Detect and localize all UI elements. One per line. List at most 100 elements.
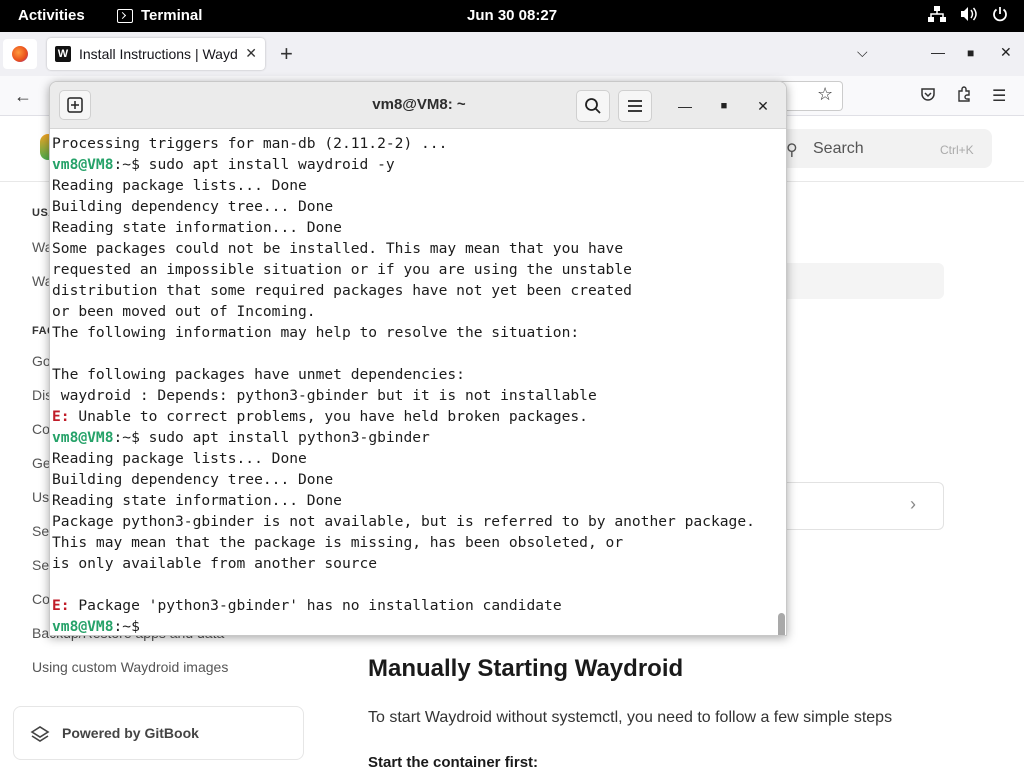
minimize-icon[interactable]: —	[931, 44, 945, 60]
waydroid-favicon-icon: W	[55, 46, 71, 62]
terminal-text: This may mean that the package is missin…	[52, 534, 624, 551]
browser-tab[interactable]: W Install Instructions | Wayd ✕	[47, 38, 265, 70]
app-menu[interactable]: Terminal	[117, 7, 202, 24]
list-tabs-icon[interactable]: ⌵	[857, 44, 868, 61]
tab-close-icon[interactable]: ✕	[245, 45, 257, 62]
sidebar-item[interactable]: Co	[32, 591, 50, 607]
terminal-text: Reading state information... Done	[52, 219, 342, 236]
prompt-path: :~$	[113, 618, 149, 635]
system-tray[interactable]	[928, 6, 1008, 22]
search-icon	[585, 98, 601, 114]
extensions-icon[interactable]	[956, 86, 972, 107]
gitbook-icon	[30, 724, 50, 742]
close-icon[interactable]: ✕	[750, 93, 776, 119]
terminal-text: Reading state information... Done	[52, 492, 342, 509]
terminal-text: The following information may help to re…	[52, 324, 580, 341]
sidebar-item[interactable]: Co	[32, 421, 50, 437]
firefox-view-button[interactable]	[3, 39, 37, 69]
maximize-icon[interactable]: ■	[711, 93, 737, 119]
sidebar-item[interactable]: Us	[32, 489, 49, 505]
prompt-user-host: vm8@VM8	[52, 429, 114, 446]
step-heading: Start the container first:	[368, 754, 539, 771]
terminal-text: Processing triggers for man-db (2.11.2-2…	[52, 135, 448, 152]
terminal-text: Reading package lists... Done	[52, 177, 307, 194]
search-icon: ⚲	[786, 142, 798, 159]
error-marker: E:	[52, 597, 70, 614]
terminal-text: waydroid : Depends: python3-gbinder but …	[52, 387, 597, 404]
app-name: Terminal	[141, 7, 203, 24]
hamburger-icon	[628, 100, 642, 112]
app-menu-icon[interactable]: ☰	[992, 86, 1006, 106]
terminal-line: The following packages have unmet depend…	[52, 364, 776, 385]
activities-button[interactable]: Activities	[18, 7, 85, 24]
terminal-scrollbar-track	[776, 130, 786, 635]
back-arrow-icon[interactable]: ←	[14, 86, 32, 107]
terminal-line: Package python3-gbinder is not available…	[52, 511, 776, 532]
terminal-line: or been moved out of Incoming.	[52, 301, 776, 322]
terminal-line: Reading state information... Done	[52, 217, 776, 238]
terminal-search-button[interactable]	[576, 90, 610, 122]
pocket-icon[interactable]	[920, 86, 936, 107]
bookmark-star-icon[interactable]: ☆	[817, 84, 833, 105]
terminal-line: Reading state information... Done	[52, 490, 776, 511]
terminal-line: Building dependency tree... Done	[52, 469, 776, 490]
terminal-line: distribution that some required packages…	[52, 280, 776, 301]
search-placeholder: Search	[813, 140, 864, 157]
terminal-line: Processing triggers for man-db (2.11.2-2…	[52, 133, 776, 154]
terminal-text: sudo apt install python3-gbinder	[148, 429, 430, 446]
maximize-icon[interactable]: ■	[967, 46, 974, 60]
terminal-scrollbar[interactable]	[778, 613, 785, 635]
terminal-line: Some packages could not be installed. Th…	[52, 238, 776, 259]
terminal-text: The following packages have unmet depend…	[52, 366, 465, 383]
content-card[interactable]	[780, 482, 944, 530]
terminal-line: This may mean that the package is missin…	[52, 532, 776, 553]
terminal-text: or been moved out of Incoming.	[52, 303, 316, 320]
terminal-line: Reading package lists... Done	[52, 175, 776, 196]
top-bar: Activities Terminal Jun 30 08:27	[0, 0, 1024, 32]
terminal-menu-button[interactable]	[618, 90, 652, 122]
network-icon	[928, 6, 946, 22]
sidebar-item[interactable]: Ge	[32, 455, 51, 471]
prompt-path: :~$	[113, 429, 149, 446]
close-icon[interactable]: ✕	[1000, 44, 1012, 61]
section-paragraph: To start Waydroid without systemctl, you…	[368, 709, 893, 726]
content-block	[780, 263, 944, 299]
terminal-text: sudo apt install waydroid -y	[148, 156, 395, 173]
terminal-error-line: E: Unable to correct problems, you have …	[52, 406, 776, 427]
terminal-text: Package python3-gbinder is not available…	[52, 513, 755, 530]
terminal-window[interactable]: vm8@VM8: ~ — ■ ✕ Processing triggers for…	[49, 81, 787, 636]
clock[interactable]: Jun 30 08:27	[467, 7, 557, 24]
search-shortcut: Ctrl+K	[940, 143, 974, 157]
terminal-line: waydroid : Depends: python3-gbinder but …	[52, 385, 776, 406]
prompt-user-host: vm8@VM8	[52, 618, 114, 635]
prompt-user-host: vm8@VM8	[52, 156, 114, 173]
terminal-text: distribution that some required packages…	[52, 282, 632, 299]
terminal-line: Reading package lists... Done	[52, 448, 776, 469]
terminal-text: Building dependency tree... Done	[52, 471, 334, 488]
terminal-output[interactable]: Processing triggers for man-db (2.11.2-2…	[50, 130, 776, 635]
minimize-icon[interactable]: —	[672, 93, 698, 119]
prompt-path: :~$	[113, 156, 149, 173]
tab-title: Install Instructions | Wayd	[79, 46, 238, 62]
url-bar[interactable]	[780, 81, 843, 111]
terminal-text: Building dependency tree... Done	[52, 198, 334, 215]
sidebar-item-custom-images[interactable]: Using custom Waydroid images	[32, 659, 228, 675]
terminal-prompt-line: vm8@VM8:~$ sudo apt install waydroid -y	[52, 154, 776, 175]
chevron-right-icon: ›	[910, 494, 916, 514]
powered-by-gitbook[interactable]: Powered by GitBook	[13, 706, 304, 760]
terminal-text: is only available from another source	[52, 555, 378, 572]
sidebar-item[interactable]: Go	[32, 353, 51, 369]
terminal-icon	[117, 8, 133, 23]
firefox-icon	[12, 46, 28, 62]
new-tab-button[interactable]: +	[280, 41, 293, 67]
terminal-prompt-line: vm8@VM8:~$ sudo apt install python3-gbin…	[52, 427, 776, 448]
terminal-headerbar[interactable]: vm8@VM8: ~ — ■ ✕	[50, 82, 786, 129]
terminal-line: Building dependency tree... Done	[52, 196, 776, 217]
volume-icon	[960, 6, 978, 22]
power-icon	[992, 6, 1008, 22]
sidebar-item[interactable]: Se	[32, 557, 49, 573]
terminal-line: requested an impossible situation or if …	[52, 259, 776, 280]
sidebar-item[interactable]: Se	[32, 523, 49, 539]
section-heading: Manually Starting Waydroid	[368, 655, 684, 682]
